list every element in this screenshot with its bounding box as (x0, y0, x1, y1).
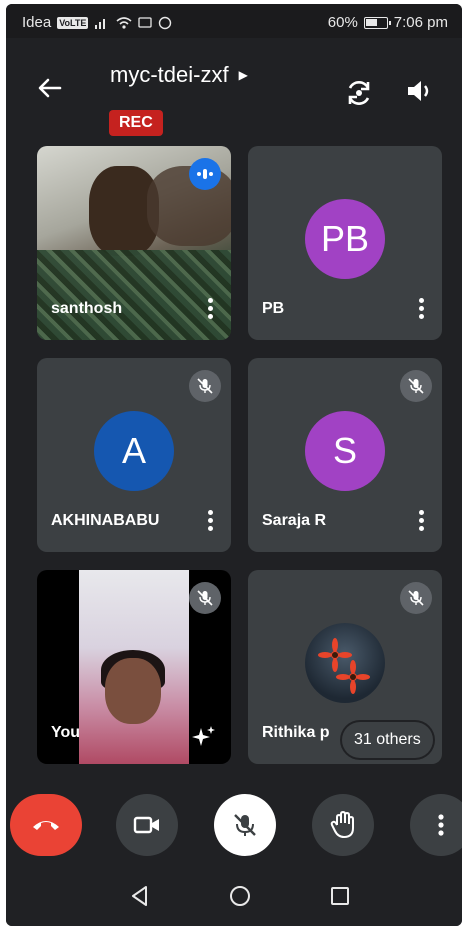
camera-toggle-button[interactable] (116, 794, 178, 856)
speaker-icon[interactable] (404, 76, 438, 110)
mic-toggle-button[interactable] (214, 794, 276, 856)
participant-name: Rithika p (262, 724, 330, 741)
signal-icon (95, 18, 106, 29)
participant-tile[interactable]: santhosh (37, 146, 231, 340)
mic-off-icon (234, 814, 256, 836)
mic-off-icon (400, 370, 432, 402)
volte-badge: VoLTE (57, 16, 89, 29)
status-bar: Idea VoLTE 60% 7:06 pm (6, 4, 462, 38)
switch-camera-icon[interactable] (342, 76, 376, 110)
effects-sparkle-icon[interactable] (191, 724, 217, 750)
home-circle-icon[interactable] (228, 884, 254, 910)
participant-name: AKHINABABU (51, 512, 160, 529)
others-count-pill[interactable]: 31 others (342, 722, 433, 758)
self-video (79, 570, 189, 764)
more-vert-icon[interactable] (418, 510, 424, 532)
more-vert-icon (438, 814, 444, 836)
participant-tile[interactable]: A AKHINABABU (37, 358, 231, 552)
android-nav-bar (6, 868, 462, 926)
participant-name: santhosh (51, 300, 123, 317)
cast-icon (138, 16, 153, 28)
avatar: S (305, 411, 385, 492)
status-left: Idea VoLTE (22, 14, 172, 31)
more-vert-icon[interactable] (207, 298, 213, 320)
mic-off-icon (400, 582, 432, 614)
meeting-code: myc-tdei-zxf (110, 62, 229, 87)
recording-badge: REC (109, 110, 163, 136)
clock: 7:06 pm (393, 14, 448, 31)
participant-tile[interactable]: S Saraja R (248, 358, 442, 552)
recents-square-icon[interactable] (328, 884, 354, 910)
speaking-indicator-icon (189, 158, 221, 190)
avatar: A (94, 411, 174, 492)
end-call-icon (33, 821, 59, 830)
more-vert-icon[interactable] (418, 298, 424, 320)
meeting-header: myc-tdei-zxf ▶ REC (6, 44, 462, 144)
avatar: PB (305, 199, 385, 280)
mic-off-icon (189, 582, 221, 614)
video-person-shirt (37, 250, 231, 340)
call-controls (6, 794, 462, 864)
participant-name: You (51, 724, 81, 741)
status-right: 60% 7:06 pm (328, 14, 448, 31)
self-view-tile[interactable]: You (37, 570, 231, 764)
back-arrow-icon[interactable] (36, 74, 72, 110)
participant-name: Saraja R (262, 512, 327, 529)
raise-hand-button[interactable] (312, 794, 374, 856)
wifi-icon (116, 16, 132, 29)
battery-icon (363, 16, 391, 29)
profile-photo-flowers (305, 623, 385, 704)
meeting-title[interactable]: myc-tdei-zxf ▶ (110, 62, 248, 88)
whatsapp-icon (159, 16, 172, 29)
end-call-button[interactable] (10, 794, 82, 856)
more-vert-icon[interactable] (207, 510, 213, 532)
participant-tile[interactable]: PB PB (248, 146, 442, 340)
camera-icon (133, 816, 159, 834)
caret-right-icon: ▶ (238, 68, 248, 82)
more-options-button[interactable] (410, 794, 462, 856)
battery-fill (365, 18, 378, 26)
phone-screen: Idea VoLTE 60% 7:06 pm myc-tdei-zxf ▶ RE… (6, 4, 462, 926)
raise-hand-icon (330, 811, 354, 838)
mic-off-icon (189, 370, 221, 402)
participant-name: PB (262, 300, 285, 317)
video-person-face (105, 658, 161, 724)
carrier-label: Idea (22, 14, 52, 31)
battery-percent: 60% (327, 14, 358, 31)
back-triangle-icon[interactable] (128, 884, 154, 910)
